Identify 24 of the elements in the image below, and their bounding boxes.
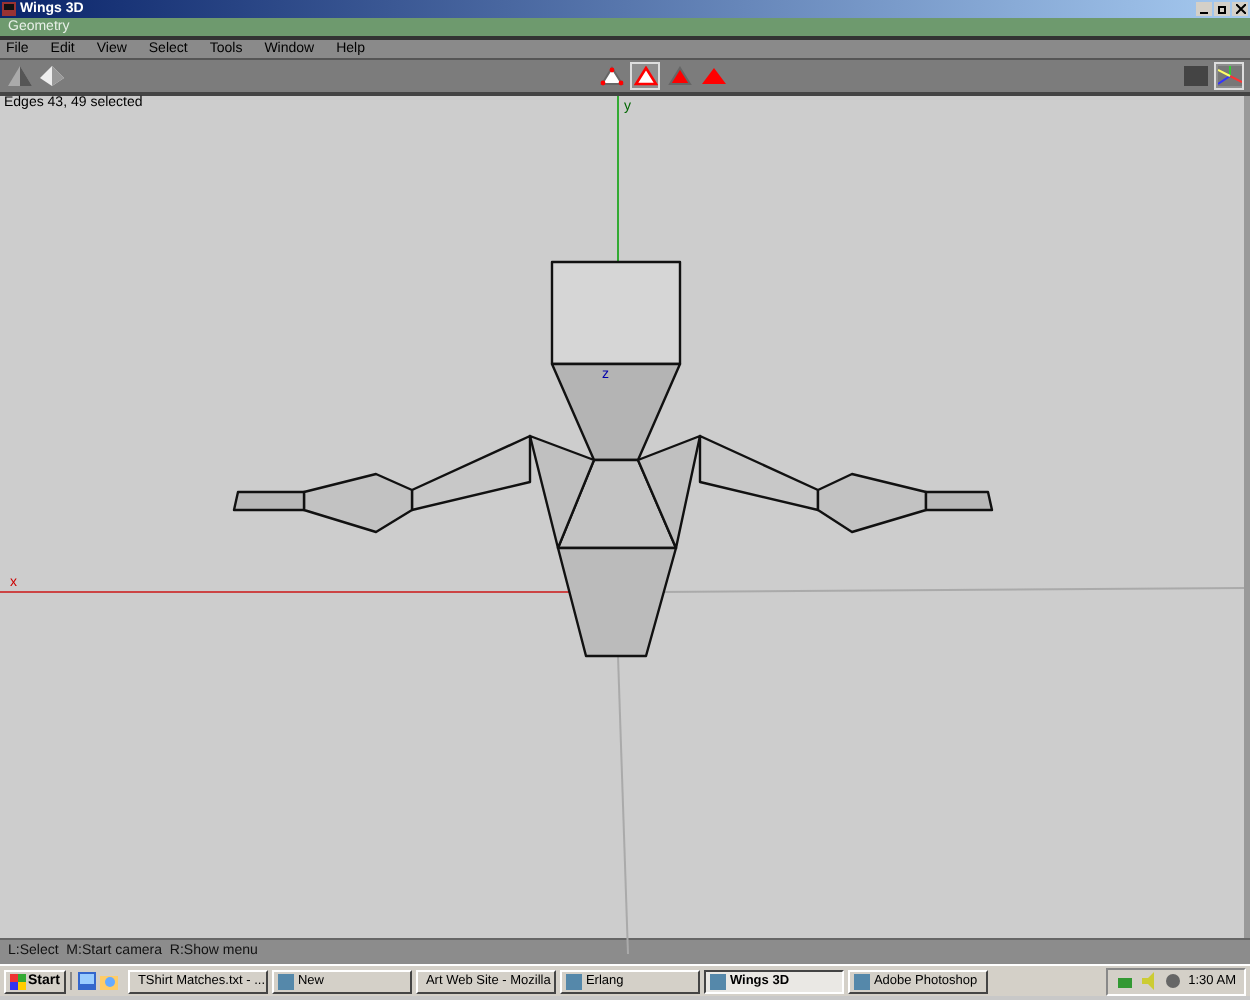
vertex-mode-icon	[599, 66, 623, 86]
smooth-pyramid-icon[interactable]	[6, 64, 34, 88]
windows-logo-icon	[10, 973, 26, 989]
axes-view-icon	[1217, 66, 1241, 86]
restore-icon	[1217, 4, 1227, 14]
desktop-icon[interactable]	[77, 972, 96, 990]
app-icon	[853, 973, 870, 989]
restore-button[interactable]	[1214, 2, 1230, 16]
edge-mode-icon	[633, 66, 657, 86]
shaded-view-icon	[1183, 66, 1207, 86]
view-button[interactable]	[1214, 62, 1244, 90]
selection-mode-button[interactable]	[630, 62, 660, 90]
face-mode-icon	[667, 66, 691, 86]
view-button[interactable]	[1180, 62, 1210, 90]
app-icon	[2, 2, 16, 16]
flat-pyramid-icon[interactable]	[38, 64, 66, 88]
close-button[interactable]	[1232, 2, 1248, 16]
app-icon	[565, 973, 582, 989]
body-mode-icon	[701, 66, 725, 86]
close-icon	[1235, 4, 1245, 14]
app-icon	[709, 973, 726, 989]
app-icon	[277, 973, 294, 989]
minimize-button[interactable]	[1196, 2, 1212, 16]
selection-mode-button[interactable]	[596, 62, 626, 90]
